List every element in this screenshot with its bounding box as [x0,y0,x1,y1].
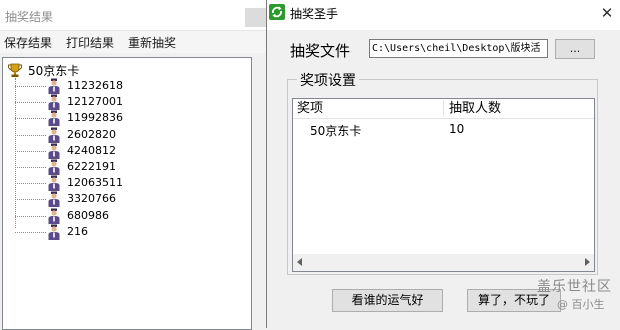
results-window-title: 抽奖结果 [5,10,54,24]
tree-connector [15,215,46,217]
person-icon [48,159,60,175]
browse-button[interactable]: ... [555,39,595,59]
person-icon [48,224,60,240]
tree-connector [15,86,46,87]
file-label: 抽奖文件 [290,42,351,60]
results-window: 抽奖结果 保存结果 打印结果 重新抽奖 50京东卡 11232618 121270… [0,0,266,330]
results-menubar: 保存结果 打印结果 重新抽奖 [0,31,266,53]
tree-item[interactable]: 216 [15,224,235,240]
watermark-author: @ 百小生 [557,298,605,311]
person-icon [48,94,60,111]
tree-item[interactable]: 12063511 [15,175,235,192]
tree-item[interactable]: 11992836 [15,110,235,127]
watermark-title: 盖乐世社区 [537,279,612,295]
tree-connector [15,118,46,120]
file-path-field[interactable]: C:\Users\cheil\Desktop\版块活 [369,39,548,58]
winner-id: 3320766 [67,192,116,206]
recycle-arrows-icon [269,4,285,20]
person-icon [48,127,60,143]
tree-connector [15,150,46,152]
main-titlebar[interactable]: 抽奖圣手 ✕ [267,0,620,30]
column-header-prize[interactable]: 奖项 [293,100,444,117]
close-icon[interactable]: ✕ [597,3,617,23]
person-icon [48,175,60,192]
tree-item[interactable]: 12127001 [15,94,235,111]
person-icon [48,78,60,94]
winner-id: 12127001 [67,95,123,109]
winner-id: 2602820 [67,127,116,141]
prize-settings-title: 奖项设置 [297,70,359,90]
horizontal-scrollbar[interactable] [293,254,594,271]
prize-count-cell: 10 [449,122,465,136]
person-icon [48,110,60,127]
scroll-left-icon[interactable] [297,258,302,266]
column-header-count[interactable]: 抽取人数 [445,100,595,117]
person-icon [48,143,60,159]
tree-root-label: 50京东卡 [28,64,80,78]
menu-print-results[interactable]: 打印结果 [66,34,114,51]
menu-redraw[interactable]: 重新抽奖 [128,34,176,51]
table-row[interactable]: 50京东卡 10 [293,120,594,138]
main-window-title: 抽奖圣手 [290,7,339,21]
trophy-icon [8,63,22,77]
person-icon [48,208,60,224]
tree-item[interactable]: 2602820 [15,127,235,143]
tree-connector [15,183,46,185]
prize-list[interactable]: 奖项 抽取人数 50京东卡 10 [292,98,595,272]
prize-name-cell: 50京东卡 [310,124,362,138]
tree-item[interactable]: 680986 [15,208,235,224]
winner-id: 11992836 [67,111,123,125]
results-tree[interactable]: 50京东卡 11232618 12127001 11992836 2602820 424… [2,57,252,330]
tree-connector [15,134,46,136]
person-icon [48,191,60,208]
tree-item[interactable]: 3320766 [15,191,235,208]
tree-item[interactable]: 6222191 [15,159,235,175]
main-window: 抽奖圣手 ✕ 抽奖文件 C:\Users\cheil\Desktop\版块活 .… [266,0,620,328]
tree-connector [15,231,46,233]
results-titlebar[interactable]: 抽奖结果 [0,0,266,31]
winner-id: 11232618 [67,79,123,92]
winner-id: 6222191 [67,160,116,173]
titlebar-button-partial[interactable] [245,8,266,27]
winner-id: 4240812 [67,143,116,157]
prize-list-header: 奖项 抽取人数 [293,99,594,119]
tree-connector [15,102,46,104]
winner-id: 12063511 [67,176,123,190]
scroll-right-icon[interactable] [585,258,590,266]
tree-item[interactable]: 4240812 [15,143,235,159]
menu-save-results[interactable]: 保存结果 [4,34,52,51]
draw-button[interactable]: 看谁的运气好 [332,289,443,312]
tree-item[interactable]: 11232618 [15,78,235,94]
winner-id: 216 [67,224,88,238]
winner-id: 680986 [67,208,109,222]
tree-connector [15,167,46,168]
tree-connector [15,199,46,201]
